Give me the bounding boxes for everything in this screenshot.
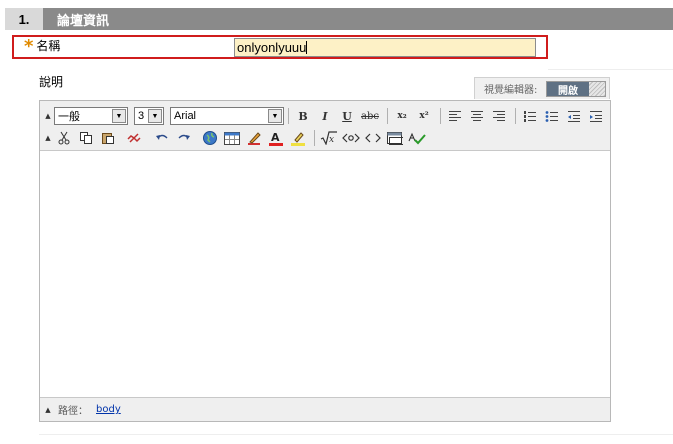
path-body-link[interactable]: body (96, 404, 121, 415)
toggle-off-area[interactable] (589, 82, 605, 96)
redo-button[interactable] (174, 128, 194, 148)
editor-content-area[interactable] (40, 151, 610, 397)
highlight-button[interactable] (288, 128, 308, 148)
path-label: 路徑： (58, 406, 88, 417)
divider (39, 434, 673, 435)
remove-link-button[interactable] (124, 128, 144, 148)
insert-table-button[interactable] (222, 128, 242, 148)
font-size-value: 3 (138, 110, 145, 122)
toolbar-separator (288, 108, 289, 124)
indent-icon (590, 110, 602, 122)
editor-statusbar: ▲ 路徑： body (40, 397, 610, 421)
unlink-icon (127, 133, 141, 143)
toolbar-separator (440, 108, 441, 124)
copy-button[interactable] (76, 128, 96, 148)
font-family-value: Arial (174, 110, 197, 122)
collapse-statusbar-icon[interactable]: ▲ (42, 406, 54, 414)
rich-text-editor: ▲ 一般 ▼ 3 ▼ Arial ▼ B I U abc x₂ x² ▲ A x… (39, 100, 611, 422)
spellcheck-icon (408, 132, 426, 144)
bullet-list-icon (545, 110, 558, 122)
insert-equation-button[interactable]: x (319, 128, 339, 148)
window-icon (387, 131, 403, 145)
collapse-toolbar-icon[interactable]: ▲ (42, 112, 54, 120)
html-source-button[interactable] (363, 128, 383, 148)
chevron-down-icon: ▼ (268, 109, 282, 123)
paste-icon (102, 133, 114, 144)
chevron-down-icon: ▼ (148, 109, 162, 123)
undo-button[interactable] (152, 128, 172, 148)
bold-button[interactable]: B (293, 106, 313, 126)
name-field-row: * 名稱 onlyonlyuuu (12, 35, 548, 59)
toggle-on-label: 開啟 (547, 82, 589, 97)
indent-button[interactable] (586, 106, 606, 126)
bullet-list-button[interactable] (542, 106, 562, 126)
copy-icon (80, 132, 92, 144)
format-select[interactable]: 一般 ▼ (54, 107, 128, 125)
fullscreen-button[interactable] (385, 128, 405, 148)
highlighter-icon (291, 131, 305, 146)
font-family-select[interactable]: Arial ▼ (170, 107, 284, 125)
outdent-icon (568, 110, 580, 122)
collapse-toolbar-icon[interactable]: ▲ (42, 134, 54, 142)
scissors-icon (58, 131, 70, 145)
draw-button[interactable] (244, 128, 264, 148)
visual-editor-label: 視覺編輯器: (484, 85, 538, 96)
svg-text:x: x (329, 135, 334, 145)
format-select-value: 一般 (58, 111, 80, 123)
required-icon: * (24, 36, 34, 57)
text-caret (306, 41, 308, 54)
visual-editor-toggle[interactable]: 開啟 (546, 81, 606, 97)
align-left-button[interactable] (445, 106, 465, 126)
section-title: 論壇資訊 (57, 13, 110, 29)
outdent-button[interactable] (564, 106, 584, 126)
description-label: 說明 (39, 75, 64, 89)
subscript-button[interactable]: x₂ (392, 106, 412, 126)
cut-button[interactable] (54, 128, 74, 148)
text-color-button[interactable]: A (266, 128, 286, 148)
pencil-icon (248, 132, 261, 145)
underline-button[interactable]: U (337, 106, 357, 126)
numbered-list-button[interactable] (520, 106, 540, 126)
align-right-button[interactable] (489, 106, 509, 126)
toolbar-row-1: ▲ 一般 ▼ 3 ▼ Arial ▼ B I U abc x₂ x² (40, 105, 608, 127)
align-center-icon (471, 111, 483, 121)
divider (548, 69, 673, 70)
text-color-icon: A (269, 131, 283, 146)
svg-text:A: A (271, 131, 280, 144)
section-header: 1. 論壇資訊 (5, 8, 673, 30)
anchor-code-icon (342, 133, 360, 143)
name-label: 名稱 (36, 38, 61, 53)
square-root-icon: x (320, 131, 337, 145)
align-right-icon (493, 111, 505, 121)
visual-editor-toggle-bar: 視覺編輯器: 開啟 (474, 77, 610, 99)
globe-icon (203, 131, 217, 145)
toolbar-separator (314, 130, 315, 146)
strikethrough-button[interactable]: abc (359, 106, 381, 126)
align-left-icon (449, 111, 461, 121)
table-icon (224, 131, 240, 145)
align-center-button[interactable] (467, 106, 487, 126)
insert-anchor-button[interactable] (341, 128, 361, 148)
undo-icon (156, 134, 168, 140)
font-size-select[interactable]: 3 ▼ (134, 107, 164, 125)
italic-button[interactable]: I (315, 106, 335, 126)
numbered-list-icon (524, 110, 536, 122)
step-number: 1. (5, 8, 43, 30)
name-input-value: onlyonlyuuu (237, 40, 307, 55)
insert-link-button[interactable] (200, 128, 220, 148)
editor-toolbar: ▲ 一般 ▼ 3 ▼ Arial ▼ B I U abc x₂ x² ▲ A x (40, 101, 610, 151)
toolbar-separator (387, 108, 388, 124)
code-icon (365, 133, 381, 143)
redo-icon (178, 134, 190, 140)
toolbar-separator (515, 108, 516, 124)
name-input[interactable]: onlyonlyuuu (234, 38, 536, 57)
toolbar-row-2: ▲ A x (40, 127, 429, 149)
paste-button[interactable] (98, 128, 118, 148)
spellcheck-button[interactable] (407, 128, 427, 148)
superscript-button[interactable]: x² (414, 106, 434, 126)
chevron-down-icon: ▼ (112, 109, 126, 123)
